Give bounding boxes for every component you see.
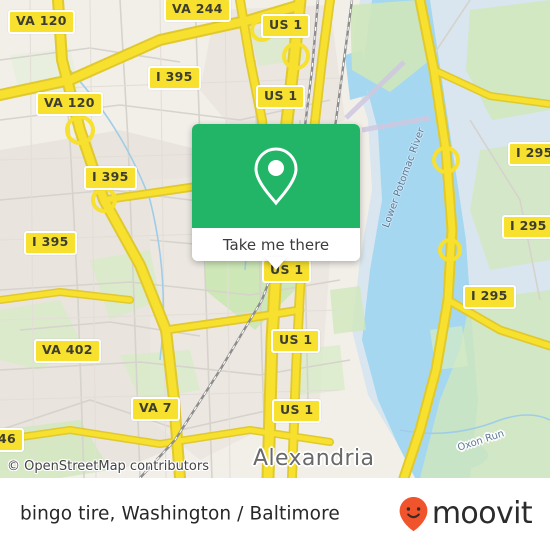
highway-shield: I 295	[508, 142, 550, 166]
highway-shield: VA 402	[34, 339, 101, 363]
highway-shield: US 1	[272, 399, 322, 423]
highway-shield: 46	[0, 428, 24, 452]
highway-shield: VA 244	[164, 0, 231, 22]
highway-shield: I 295	[463, 285, 516, 309]
highway-shield: I 395	[84, 166, 137, 190]
highway-shield: VA 120	[8, 10, 75, 34]
highway-shield: I 395	[148, 66, 201, 90]
card-icon-area	[192, 124, 360, 228]
moovit-map-screen: Alexandria Lower Potomac River Oxon Run …	[0, 0, 550, 550]
highway-shield: US 1	[261, 14, 311, 38]
highway-shield: US 1	[271, 329, 321, 353]
highway-shield: US 1	[256, 85, 306, 109]
highway-shield: VA 7	[131, 397, 180, 421]
moovit-wordmark: moovit	[431, 496, 533, 531]
moovit-brand[interactable]: moovit	[398, 496, 533, 532]
highway-shield: VA 120	[36, 92, 103, 116]
take-me-there-card[interactable]: Take me there	[192, 124, 360, 261]
osm-attribution[interactable]: © OpenStreetMap contributors	[7, 459, 209, 474]
highway-shield: I 295	[502, 215, 550, 239]
map-pin-icon	[254, 147, 298, 206]
footer-bar: bingo tire, Washington / Baltimore moovi…	[0, 478, 550, 550]
highway-shield: I 395	[24, 231, 77, 255]
location-title: bingo tire, Washington / Baltimore	[20, 503, 340, 525]
card-pointer-tail	[265, 257, 287, 270]
moovit-smiley-pin-icon	[399, 497, 428, 532]
